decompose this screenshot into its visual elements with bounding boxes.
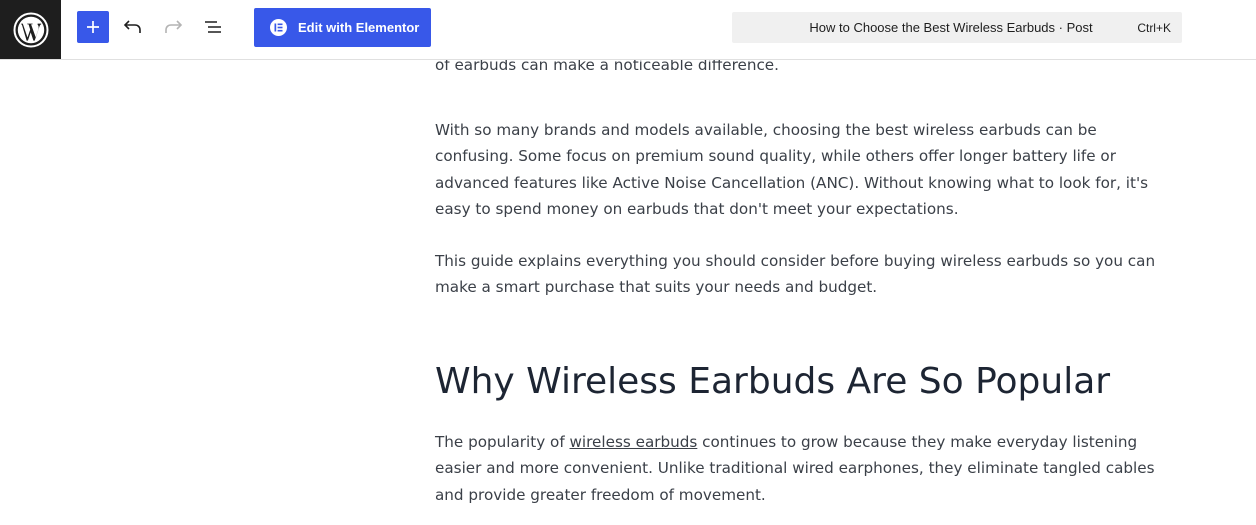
undo-icon: [123, 20, 141, 33]
keyboard-shortcut-label: Ctrl+K: [1137, 21, 1171, 35]
command-palette-bar[interactable]: How to Choose the Best Wireless Earbuds …: [732, 12, 1182, 43]
paragraph-text: The popularity of: [435, 433, 570, 451]
wordpress-logo-icon: [13, 12, 48, 47]
redo-icon: [165, 20, 183, 33]
paragraph-brands[interactable]: With so many brands and models available…: [435, 117, 1175, 222]
list-view-icon: [205, 21, 221, 33]
wireless-earbuds-link[interactable]: wireless earbuds: [570, 433, 698, 451]
elementor-button-label: Edit with Elementor: [298, 20, 420, 35]
redo-button[interactable]: [157, 11, 189, 43]
site-icon-button[interactable]: [0, 0, 61, 59]
add-block-button[interactable]: [77, 11, 109, 43]
document-title: How to Choose the Best Wireless Earbuds …: [809, 20, 1093, 35]
elementor-icon: [270, 19, 287, 36]
heading-why-popular[interactable]: Why Wireless Earbuds Are So Popular: [435, 360, 1110, 404]
paragraph-popularity[interactable]: The popularity of wireless earbuds conti…: [435, 429, 1175, 508]
paragraph-guide[interactable]: This guide explains everything you shoul…: [435, 248, 1175, 301]
document-overview-button[interactable]: [197, 11, 229, 43]
undo-button[interactable]: [117, 11, 149, 43]
edit-with-elementor-button[interactable]: Edit with Elementor: [254, 8, 431, 47]
editor-toolbar: Edit with Elementor How to Choose the Be…: [0, 0, 1256, 60]
plus-icon: [87, 21, 99, 33]
